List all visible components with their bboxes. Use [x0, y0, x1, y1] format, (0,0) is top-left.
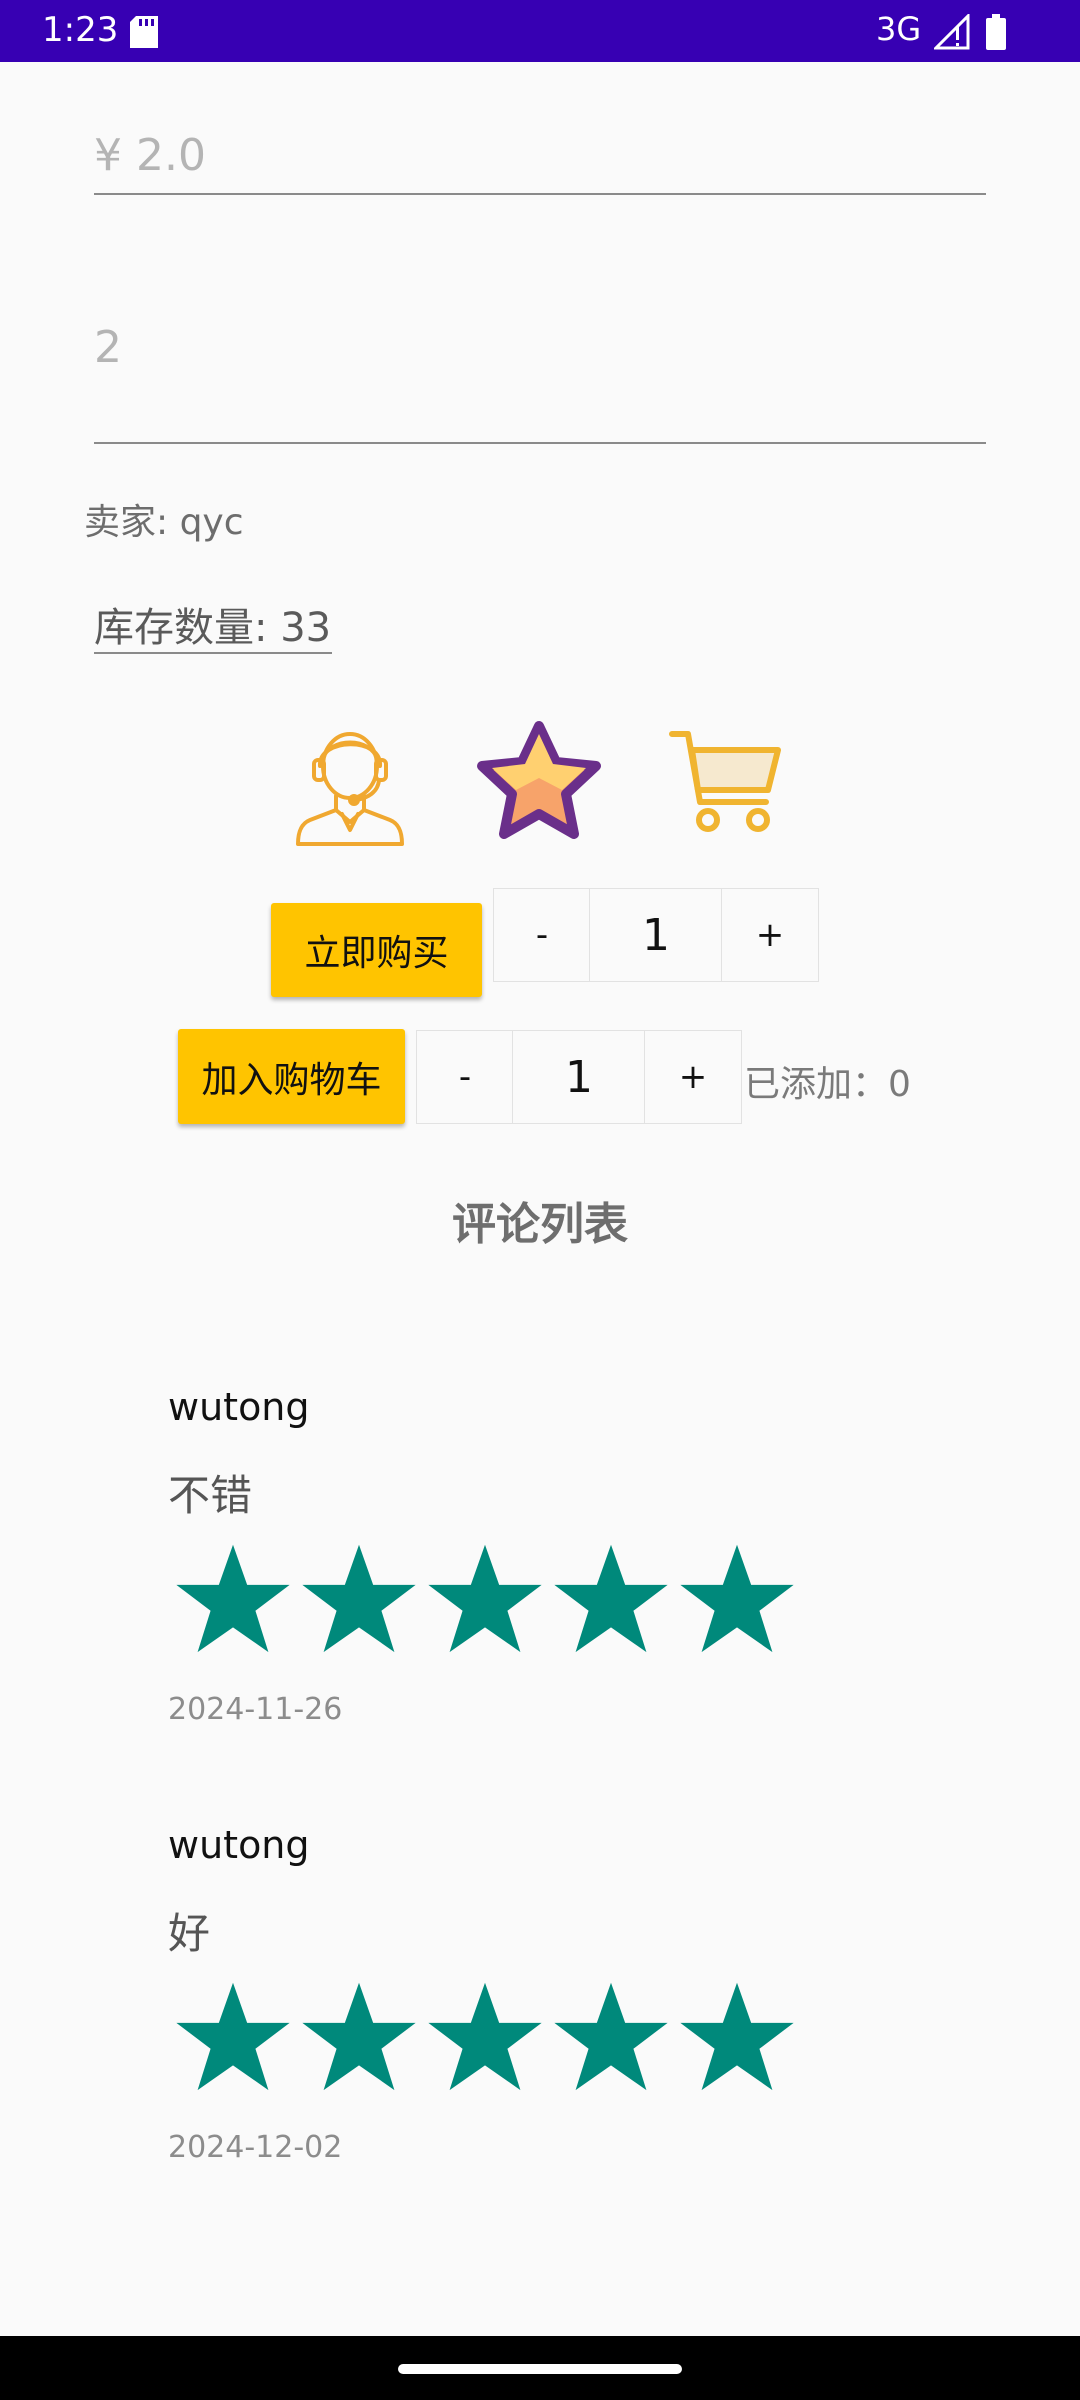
cart-increase-button[interactable]: + — [644, 1030, 742, 1124]
customer-service-icon[interactable] — [290, 718, 410, 846]
comment-content: 好 — [168, 1909, 211, 1958]
comment-user: wutong — [168, 1823, 310, 1867]
rating-star-icon — [554, 1982, 668, 2091]
add-to-cart-button[interactable]: 加入购物车 — [178, 1029, 405, 1124]
quantity-field[interactable]: 2 — [94, 322, 122, 373]
rating-star-icon — [428, 1544, 542, 1653]
seller-label: 卖家: qyc — [84, 502, 244, 543]
rating-star-icon — [554, 1544, 668, 1653]
buy-now-button[interactable]: 立即购买 — [271, 903, 482, 997]
rating-star-icon — [680, 1544, 794, 1653]
network-type: 3G — [876, 10, 922, 48]
signal-icon — [934, 14, 970, 50]
buy-quantity-value: 1 — [589, 888, 723, 982]
buy-decrease-button[interactable]: - — [493, 888, 591, 982]
status-time: 1:23 — [42, 10, 119, 50]
home-gesture-handle[interactable] — [398, 2364, 682, 2374]
comment-rating — [174, 1978, 814, 2098]
rating-star-icon — [680, 1982, 794, 2091]
comment-user: wutong — [168, 1385, 310, 1429]
rating-star-icon — [302, 1544, 416, 1653]
rating-star-icon — [176, 1544, 290, 1653]
comment-content: 不错 — [168, 1471, 253, 1520]
comment-rating — [174, 1540, 814, 1660]
rating-star-icon — [176, 1982, 290, 2091]
rating-star-icon — [302, 1982, 416, 2091]
price-field-underline — [94, 193, 986, 195]
comment-date: 2024-12-02 — [168, 2130, 343, 2165]
cart-decrease-button[interactable]: - — [416, 1030, 514, 1124]
battery-icon — [986, 14, 1006, 50]
stock-field[interactable]: 库存数量: 33 — [94, 595, 331, 653]
quantity-field-underline — [94, 442, 986, 444]
sd-card-icon — [130, 16, 158, 48]
shopping-cart-icon[interactable] — [666, 722, 784, 840]
buy-increase-button[interactable]: + — [721, 888, 819, 982]
cart-quantity-value: 1 — [512, 1030, 646, 1124]
price-field[interactable]: ¥ 2.0 — [94, 130, 206, 181]
added-count-label: 已添加：0 — [744, 1064, 911, 1105]
comments-title: 评论列表 — [452, 1199, 628, 1250]
rating-star-icon — [428, 1982, 542, 2091]
favorite-star-icon[interactable] — [472, 718, 606, 848]
stock-field-underline — [94, 652, 332, 654]
comment-date: 2024-11-26 — [168, 1692, 343, 1727]
